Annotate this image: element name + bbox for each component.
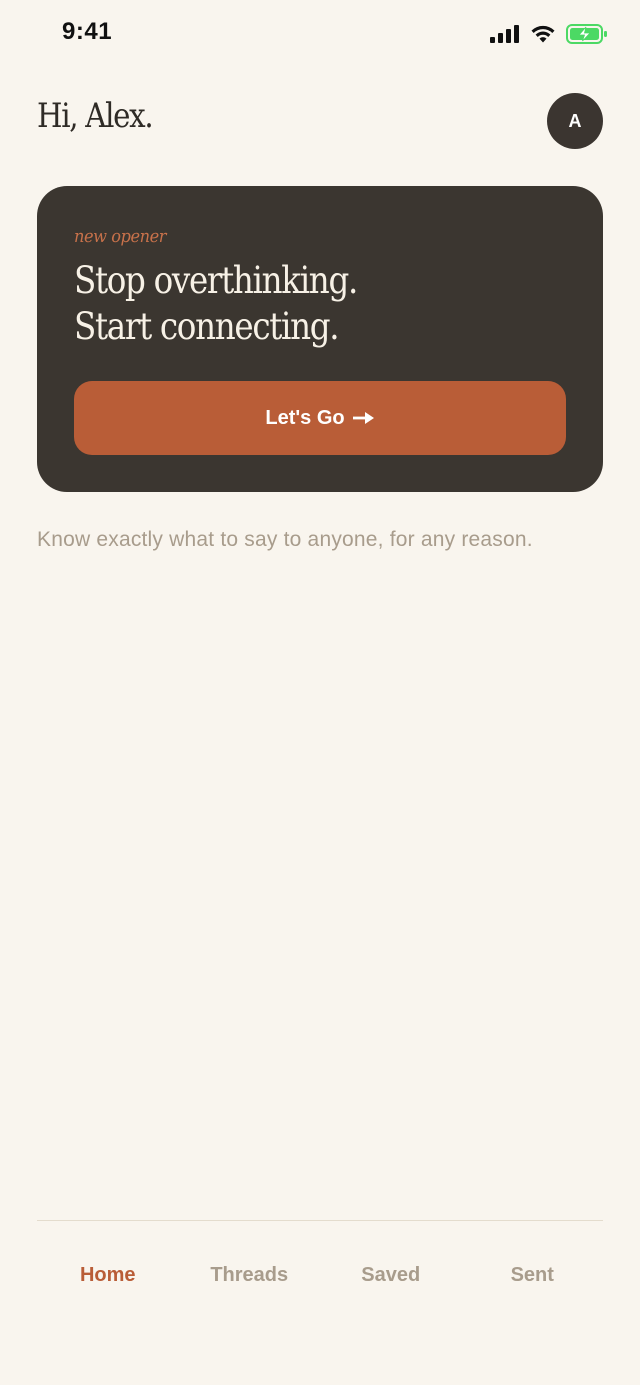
tab-saved[interactable]: Saved <box>320 1250 462 1300</box>
hero-card: new opener Stop overthinking. Start conn… <box>37 186 603 492</box>
tab-threads[interactable]: Threads <box>179 1250 321 1300</box>
arrow-right-icon <box>352 411 375 425</box>
hero-eyebrow: new opener <box>74 226 167 247</box>
avatar-initial: A <box>568 110 582 131</box>
hero-headline-line-1: Stop overthinking. <box>74 259 358 302</box>
wifi-icon <box>530 24 556 44</box>
battery-charging-icon <box>566 24 608 44</box>
avatar-button[interactable]: A <box>547 93 603 149</box>
cellular-signal-icon <box>490 25 520 43</box>
status-time: 9:41 <box>62 18 113 45</box>
hero-headline: Stop overthinking. Start connecting. <box>74 258 514 350</box>
status-icons <box>490 24 608 44</box>
tab-home[interactable]: Home <box>37 1250 179 1300</box>
lets-go-button[interactable]: Let's Go <box>74 381 566 455</box>
tab-sent[interactable]: Sent <box>462 1250 604 1300</box>
tab-bar: Home Threads Saved Sent <box>37 1250 603 1300</box>
tab-bar-divider <box>37 1220 603 1221</box>
greeting-heading: Hi, Alex. <box>37 96 154 136</box>
hero-headline-line-2: Start connecting. <box>74 305 340 348</box>
status-bar: 9:41 <box>0 0 640 70</box>
lets-go-button-label: Let's Go <box>265 406 345 429</box>
tagline: Know exactly what to say to anyone, for … <box>37 528 533 551</box>
